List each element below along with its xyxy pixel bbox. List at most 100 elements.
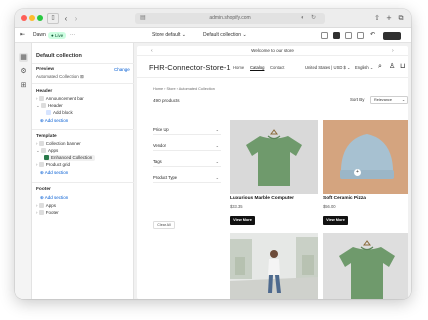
filter-vendor[interactable]: Vendor ⌄	[153, 140, 221, 151]
store-preview: ‹ Welcome to our store › FHR-Connector-S…	[134, 43, 411, 299]
chevron-left-icon[interactable]: ‹	[63, 13, 69, 24]
filter-tags[interactable]: Tags ⌄	[153, 156, 221, 167]
desktop-view-icon[interactable]	[333, 32, 340, 39]
preview-label: Preview	[36, 67, 55, 72]
translate-icon[interactable]: ◐	[301, 13, 305, 24]
language-selector[interactable]: English ⌄	[355, 65, 373, 70]
filter-price[interactable]: Price Up ⌄	[153, 124, 221, 135]
footer-add-section-link[interactable]: ⊕ Add section	[40, 195, 68, 201]
add-section-label: Add section	[44, 170, 69, 175]
chevron-down-icon: ⌄	[215, 143, 219, 148]
divider	[32, 182, 134, 183]
chevron-down-icon: ⌄	[215, 159, 219, 164]
plus-icon[interactable]: +	[385, 13, 393, 24]
filter-product-type[interactable]: Product Type ⌄	[153, 172, 221, 183]
theme-name: Dawn	[33, 32, 46, 38]
url-bar[interactable]: ▤ admin.shopify.com ◐ ↻	[135, 13, 325, 24]
minimize-window-button[interactable]	[29, 15, 35, 21]
filter-label: Vendor	[153, 143, 166, 148]
tabs-overview-icon[interactable]: ⧉	[397, 13, 405, 24]
nav-link-home[interactable]: Home	[233, 65, 244, 70]
sidebar-item-label: Apps	[48, 148, 59, 153]
page-settings-icon[interactable]: ▤	[140, 13, 146, 24]
filter-label: Price Up	[153, 127, 169, 132]
nav-link-catalog[interactable]: Catalog	[250, 65, 264, 70]
product-title[interactable]: Soft Ceramic Pizza	[323, 196, 366, 201]
fullscreen-icon[interactable]	[357, 32, 364, 39]
sidebar-item-header[interactable]: ⌄ Header	[36, 103, 63, 109]
view-more-button[interactable]: View More	[323, 216, 348, 225]
clear-all-button[interactable]: Clear All	[153, 221, 175, 229]
sidebar-item-label: Collection banner	[45, 141, 81, 146]
chevron-right-icon[interactable]: ›	[73, 13, 79, 24]
close-window-button[interactable]	[21, 15, 27, 21]
plus-circle-icon: ⊕	[40, 170, 44, 175]
reload-icon[interactable]: ↻	[311, 13, 316, 24]
footer-section-title: Footer	[36, 187, 51, 192]
editor-rail: ▦ ⚙ ⊞	[15, 43, 32, 299]
banner-icon	[38, 141, 44, 147]
sidebar-item-label: Footer	[45, 210, 59, 215]
breadcrumb[interactable]: Home › Store › Automated Collection	[153, 87, 215, 91]
sidebar-item-announcement-bar[interactable]: › Announcement bar	[36, 96, 84, 102]
filter-label: Tags	[153, 159, 162, 164]
product-image-tshirt[interactable]	[230, 120, 318, 194]
product-image-tshirt[interactable]	[323, 233, 408, 299]
template-selector[interactable]: Default collection ⌄	[203, 32, 247, 39]
sidebar-item-collection-banner[interactable]: › Collection banner	[36, 141, 81, 147]
apps-icon[interactable]: ⊞	[19, 81, 28, 90]
store-selector[interactable]: Store default ⌄	[152, 32, 186, 39]
quick-view-icon[interactable]: +	[354, 169, 361, 176]
more-actions-button[interactable]: ···	[70, 32, 75, 39]
search-icon[interactable]: ⌕	[378, 63, 382, 71]
live-badge: ● Live	[48, 32, 67, 39]
filter-label: Product Type	[153, 175, 178, 180]
announcement-text: Welcome to our store	[251, 48, 294, 53]
model-photo-image	[230, 233, 318, 299]
undo-icon[interactable]: ↶	[370, 32, 375, 39]
chevron-right-icon: ›	[36, 203, 38, 208]
product-image-beanie[interactable]: +	[323, 120, 408, 194]
store-logo-text[interactable]: FHR-Connector-Store-1	[149, 63, 231, 72]
template-section-title: Template	[36, 134, 57, 139]
settings-icon[interactable]: ⚙	[19, 67, 28, 76]
chevron-down-icon: ⌄	[36, 148, 40, 153]
sidebar-item-label: Announcement bar	[45, 96, 84, 101]
sidebar-item-add-block[interactable]: Add block	[46, 110, 73, 116]
chevron-left-icon[interactable]: ‹	[151, 46, 153, 56]
sections-icon[interactable]: ▦	[19, 53, 28, 62]
sidebar-icon[interactable]: ▯	[47, 13, 59, 24]
country-selector[interactable]: United States | USD $ ⌄	[305, 65, 351, 70]
chevron-down-icon: ⌄	[36, 103, 40, 108]
view-more-button[interactable]: View More	[230, 216, 255, 225]
sidebar-item-footer-apps[interactable]: › Apps	[36, 203, 56, 209]
sidebar-item-label: Header	[48, 103, 63, 108]
product-price: $33.35	[230, 204, 243, 209]
zoom-window-button[interactable]	[37, 15, 43, 21]
header-add-section-link[interactable]: ⊕ Add section	[40, 118, 68, 124]
nav-link-contact[interactable]: Contact	[270, 65, 284, 70]
chevron-right-icon[interactable]: ›	[392, 46, 394, 56]
template-add-section-link[interactable]: ⊕ Add section	[40, 170, 68, 176]
storefront-page: ‹ Welcome to our store › FHR-Connector-S…	[137, 46, 408, 299]
cart-icon[interactable]: ⊔	[400, 63, 405, 71]
exit-icon[interactable]: ⇤	[20, 32, 25, 39]
account-icon[interactable]: ♙	[389, 63, 395, 71]
preview-value[interactable]: Automated Collection ⊠	[36, 74, 84, 80]
url-text: admin.shopify.com	[209, 15, 251, 21]
announcement-bar: ‹ Welcome to our store ›	[137, 46, 408, 56]
sidebar-item-enhanced-collection[interactable]: Enhanced Collection	[44, 155, 96, 161]
sidebar-item-product-grid[interactable]: › Product grid	[36, 162, 70, 168]
share-icon[interactable]: ⇧	[373, 13, 381, 24]
divider	[32, 83, 134, 84]
save-button[interactable]	[383, 31, 401, 40]
sort-select[interactable]: Relevance ⌄	[370, 96, 408, 104]
product-image-model[interactable]	[230, 233, 318, 299]
product-title[interactable]: Luxurious Marble Computer	[230, 196, 294, 201]
sidebar-item-apps[interactable]: ⌄ Apps	[36, 148, 58, 154]
divider	[32, 63, 134, 64]
preview-change-link[interactable]: Change	[114, 67, 130, 72]
inspector-icon[interactable]	[321, 32, 328, 39]
sidebar-item-footer[interactable]: › Footer	[36, 210, 59, 216]
mobile-view-icon[interactable]	[345, 32, 352, 39]
